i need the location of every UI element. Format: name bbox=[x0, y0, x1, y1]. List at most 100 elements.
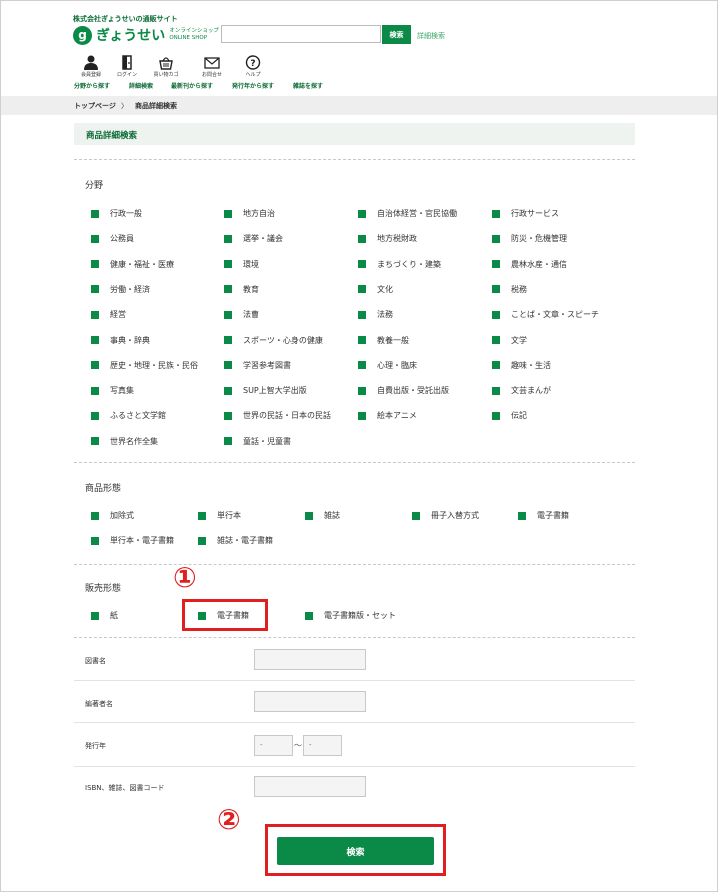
field-checkbox[interactable]: 文芸まんが bbox=[492, 385, 551, 396]
field-checkbox[interactable]: 地方税財政 bbox=[358, 233, 417, 244]
sales-checkbox[interactable]: 紙 bbox=[91, 610, 118, 621]
checkbox-square[interactable] bbox=[198, 511, 206, 520]
format-checkbox[interactable]: 加除式 bbox=[91, 510, 134, 521]
checkbox-square[interactable] bbox=[224, 234, 232, 243]
format-checkbox[interactable]: 電子書籍 bbox=[518, 510, 569, 521]
checkbox-square[interactable] bbox=[492, 285, 500, 294]
nav-contact[interactable]: お問合せ bbox=[197, 55, 227, 79]
field-checkbox[interactable]: 環境 bbox=[224, 259, 259, 270]
field-checkbox[interactable]: 写真集 bbox=[91, 385, 134, 396]
field-checkbox[interactable]: 防災・危機管理 bbox=[492, 233, 567, 244]
field-checkbox[interactable]: SUP上智大学出版 bbox=[224, 385, 307, 396]
field-checkbox[interactable]: まちづくり・建築 bbox=[358, 259, 441, 270]
field-checkbox[interactable]: 世界名作全集 bbox=[91, 436, 158, 447]
format-checkbox[interactable]: 雑誌 bbox=[305, 510, 340, 521]
format-checkbox[interactable]: 単行本 bbox=[198, 510, 241, 521]
checkbox-square[interactable] bbox=[91, 511, 99, 520]
checkbox-square[interactable] bbox=[224, 411, 232, 420]
checkbox-square[interactable] bbox=[518, 511, 526, 520]
field-checkbox[interactable]: 法曹 bbox=[224, 309, 259, 320]
checkbox-square[interactable] bbox=[224, 260, 232, 269]
field-checkbox[interactable]: 健康・福祉・医療 bbox=[91, 259, 174, 270]
checkbox-square[interactable] bbox=[305, 511, 313, 520]
nav-register[interactable]: 会員登録 bbox=[76, 55, 106, 79]
field-checkbox[interactable]: 文化 bbox=[358, 284, 393, 295]
search-button[interactable]: 検索 bbox=[382, 25, 411, 44]
field-checkbox[interactable]: 地方自治 bbox=[224, 208, 275, 219]
field-checkbox[interactable]: 歴史・地理・民族・民俗 bbox=[91, 360, 198, 371]
breadcrumb-home[interactable]: トップページ bbox=[74, 101, 116, 111]
title-input[interactable] bbox=[254, 649, 366, 670]
checkbox-square[interactable] bbox=[492, 386, 500, 395]
checkbox-square[interactable] bbox=[492, 234, 500, 243]
field-checkbox[interactable]: 絵本アニメ bbox=[358, 410, 417, 421]
checkbox-square[interactable] bbox=[492, 209, 500, 218]
field-checkbox[interactable]: 教育 bbox=[224, 284, 259, 295]
format-checkbox[interactable]: 冊子入替方式 bbox=[412, 510, 479, 521]
nav-link-magazine[interactable]: 雑誌を探す bbox=[293, 81, 323, 90]
checkbox-square[interactable] bbox=[492, 336, 500, 344]
checkbox-square[interactable] bbox=[91, 437, 99, 446]
nav-cart[interactable]: 買い物カゴ bbox=[151, 55, 181, 79]
checkbox-square[interactable] bbox=[492, 260, 500, 269]
field-checkbox[interactable]: 世界の民話・日本の民話 bbox=[224, 410, 331, 421]
checkbox-square[interactable] bbox=[305, 611, 313, 620]
checkbox-square[interactable] bbox=[91, 209, 99, 218]
checkbox-square[interactable] bbox=[358, 209, 366, 218]
site-logo[interactable]: g ぎょうせい オンラインショップ ONLINE SHOP bbox=[73, 25, 219, 45]
checkbox-square[interactable] bbox=[91, 411, 99, 420]
field-checkbox[interactable]: スポーツ・心身の健康 bbox=[224, 335, 323, 346]
nav-link-advanced[interactable]: 詳細検索 bbox=[129, 81, 153, 90]
year-from-select[interactable]: - bbox=[254, 735, 293, 756]
checkbox-square[interactable] bbox=[91, 260, 99, 269]
checkbox-square[interactable] bbox=[224, 310, 232, 319]
field-checkbox[interactable]: 農林水産・通信 bbox=[492, 259, 567, 270]
advanced-search-link[interactable]: 詳細検索 bbox=[417, 31, 445, 41]
checkbox-square[interactable] bbox=[358, 411, 366, 420]
checkbox-square[interactable] bbox=[224, 386, 232, 395]
checkbox-square[interactable] bbox=[224, 437, 232, 446]
checkbox-square[interactable] bbox=[358, 285, 366, 294]
checkbox-square[interactable] bbox=[91, 611, 99, 620]
field-checkbox[interactable]: 行政サービス bbox=[492, 208, 559, 219]
checkbox-square[interactable] bbox=[492, 310, 500, 319]
checkbox-square[interactable] bbox=[358, 361, 366, 370]
field-checkbox[interactable]: ことば・文章・スピーチ bbox=[492, 309, 599, 320]
checkbox-square[interactable] bbox=[492, 361, 500, 370]
checkbox-square[interactable] bbox=[358, 386, 366, 395]
nav-link-newest[interactable]: 最新刊から探す bbox=[171, 81, 213, 90]
checkbox-square[interactable] bbox=[91, 285, 99, 294]
checkbox-square[interactable] bbox=[224, 285, 232, 294]
format-checkbox[interactable]: 雑誌・電子書籍 bbox=[198, 535, 273, 546]
checkbox-square[interactable] bbox=[358, 310, 366, 319]
nav-link-field[interactable]: 分野から探す bbox=[74, 81, 110, 90]
checkbox-square[interactable] bbox=[358, 234, 366, 243]
checkbox-square[interactable] bbox=[91, 336, 99, 344]
field-checkbox[interactable]: 自費出版・受託出版 bbox=[358, 385, 449, 396]
author-input[interactable] bbox=[254, 691, 366, 712]
field-checkbox[interactable]: 選挙・議会 bbox=[224, 233, 283, 244]
field-checkbox[interactable]: 税務 bbox=[492, 284, 527, 295]
field-checkbox[interactable]: 心理・臨床 bbox=[358, 360, 417, 371]
field-checkbox[interactable]: 公務員 bbox=[91, 233, 134, 244]
field-checkbox[interactable]: 伝記 bbox=[492, 410, 527, 421]
checkbox-square[interactable] bbox=[198, 536, 206, 545]
field-checkbox[interactable]: 自治体経営・官民協働 bbox=[358, 208, 457, 219]
checkbox-square[interactable] bbox=[91, 536, 99, 545]
field-checkbox[interactable]: ふるさと文学館 bbox=[91, 410, 166, 421]
field-checkbox[interactable]: 教養一般 bbox=[358, 335, 409, 346]
year-to-select[interactable]: - bbox=[303, 735, 342, 756]
checkbox-square[interactable] bbox=[91, 386, 99, 395]
field-checkbox[interactable]: 法務 bbox=[358, 309, 393, 320]
field-checkbox[interactable]: 趣味・生活 bbox=[492, 360, 551, 371]
nav-help[interactable]: ? ヘルプ bbox=[238, 55, 268, 79]
checkbox-square[interactable] bbox=[224, 336, 232, 344]
format-checkbox[interactable]: 単行本・電子書籍 bbox=[91, 535, 174, 546]
checkbox-square[interactable] bbox=[358, 260, 366, 269]
checkbox-square[interactable] bbox=[358, 336, 366, 344]
field-checkbox[interactable]: 事典・辞典 bbox=[91, 335, 150, 346]
search-input[interactable] bbox=[221, 25, 381, 43]
field-checkbox[interactable]: 童話・児童書 bbox=[224, 436, 291, 447]
sales-checkbox[interactable]: 電子書籍版・セット bbox=[305, 610, 396, 621]
isbn-input[interactable] bbox=[254, 776, 366, 797]
